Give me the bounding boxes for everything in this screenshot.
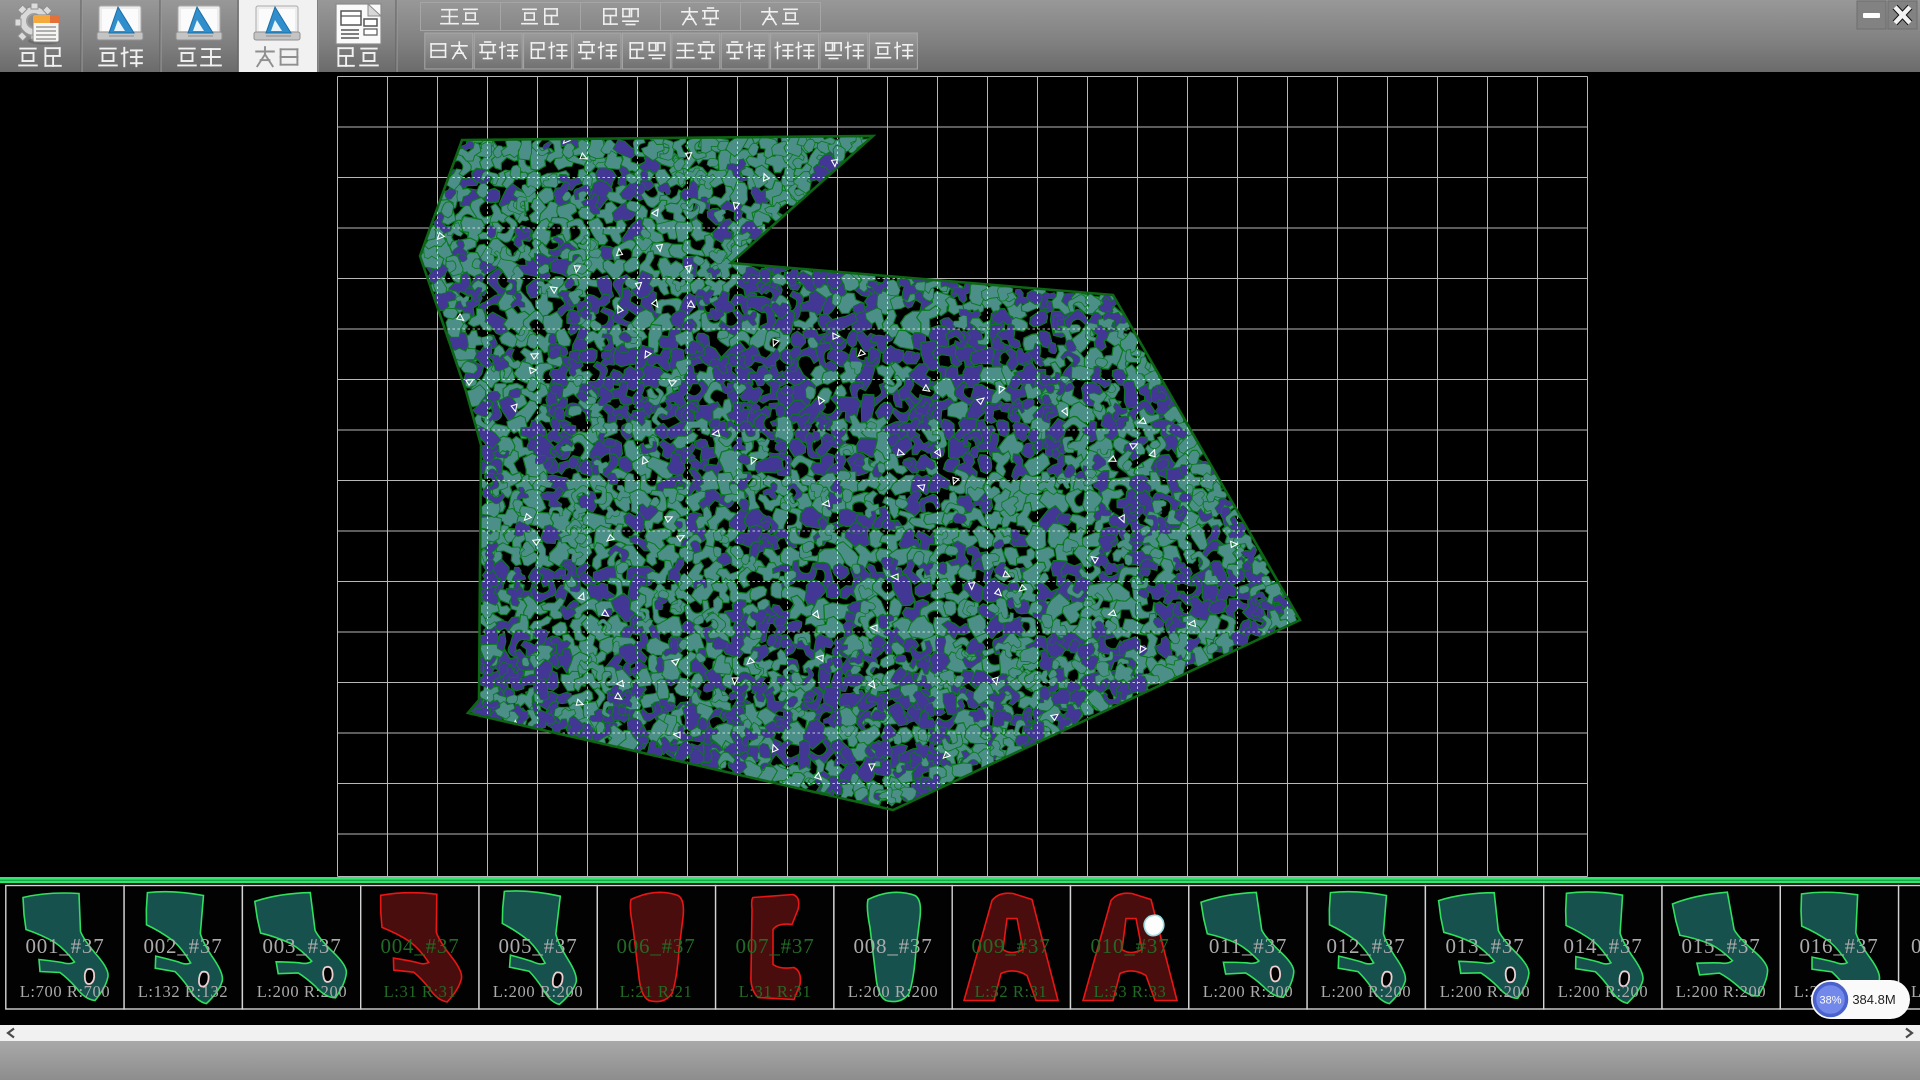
svg-text:017_#37: 017_#37: [1911, 934, 1920, 958]
svg-text:L:200 R:200: L:200 R:200: [1440, 982, 1530, 1001]
svg-text:38%: 38%: [1819, 995, 1841, 1007]
svg-text:003_#37: 003_#37: [262, 934, 341, 958]
svg-text:002_#37: 002_#37: [143, 934, 222, 958]
svg-text:384.8M: 384.8M: [1852, 992, 1895, 1007]
svg-text:004_#37: 004_#37: [380, 934, 459, 958]
svg-text:L:200 R:200: L:200 R:200: [257, 982, 347, 1001]
svg-text:013_#37: 013_#37: [1445, 934, 1524, 958]
svg-text:L:700 R:700: L:700 R:700: [20, 982, 110, 1001]
svg-text:014_#37: 014_#37: [1563, 934, 1642, 958]
svg-text:L:2: L:2: [1911, 982, 1920, 1001]
svg-text:007_#37: 007_#37: [735, 934, 814, 958]
svg-text:005_#37: 005_#37: [498, 934, 577, 958]
svg-text:006_#37: 006_#37: [616, 934, 695, 958]
svg-text:L:200 R:200: L:200 R:200: [1203, 982, 1293, 1001]
svg-text:L:132 R:132: L:132 R:132: [138, 982, 228, 1001]
svg-text:001_#37: 001_#37: [25, 934, 104, 958]
svg-text:L:33 R:33: L:33 R:33: [1094, 982, 1167, 1001]
svg-text:L:21 R:21: L:21 R:21: [620, 982, 693, 1001]
svg-text:L:32 R:31: L:32 R:31: [975, 982, 1048, 1001]
svg-text:L:31 R:31: L:31 R:31: [384, 982, 457, 1001]
svg-text:008_#37: 008_#37: [853, 934, 932, 958]
svg-text:009_#37: 009_#37: [971, 934, 1050, 958]
svg-text:L:200 R:200: L:200 R:200: [1321, 982, 1411, 1001]
svg-text:012_#37: 012_#37: [1326, 934, 1405, 958]
svg-text:L:31 R:31: L:31 R:31: [739, 982, 812, 1001]
svg-text:L:200 R:200: L:200 R:200: [1676, 982, 1766, 1001]
svg-text:L:200 R:200: L:200 R:200: [1558, 982, 1648, 1001]
svg-text:016_#37: 016_#37: [1799, 934, 1878, 958]
svg-text:011_#37: 011_#37: [1209, 934, 1287, 958]
svg-text:L:200 R:200: L:200 R:200: [493, 982, 583, 1001]
svg-text:015_#37: 015_#37: [1681, 934, 1760, 958]
svg-text:010_#37: 010_#37: [1090, 934, 1169, 958]
svg-text:L:200 R:200: L:200 R:200: [848, 982, 938, 1001]
